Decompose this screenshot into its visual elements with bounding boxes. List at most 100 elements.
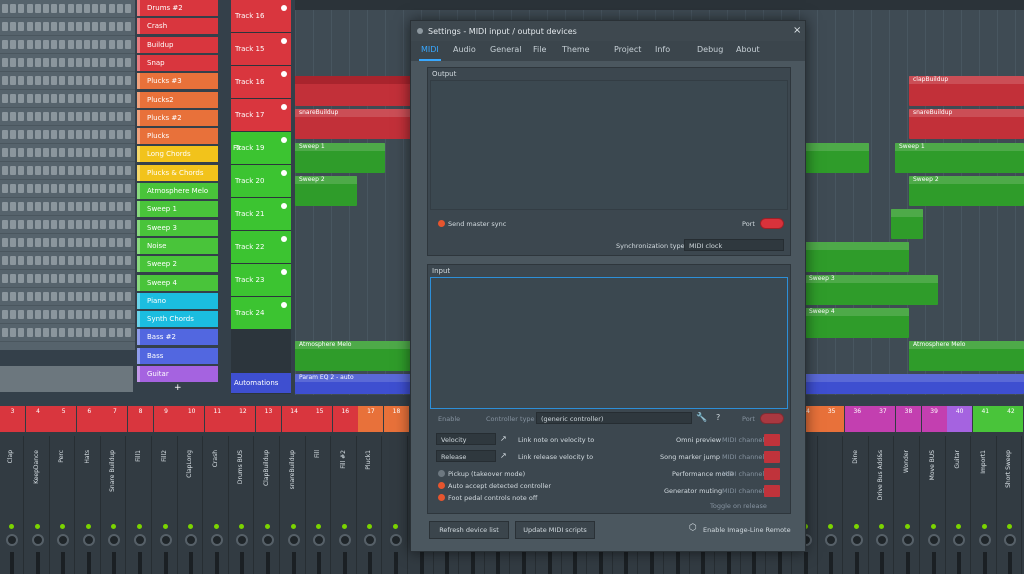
- step-pad[interactable]: [116, 274, 123, 283]
- step-pad[interactable]: [51, 94, 58, 103]
- mixer-pan-knob[interactable]: [159, 534, 172, 546]
- step-pad[interactable]: [116, 22, 123, 31]
- mixer-pan-knob[interactable]: [134, 534, 146, 546]
- step-pad[interactable]: [100, 292, 107, 301]
- playlist-track-header[interactable]: Track 16: [231, 66, 291, 98]
- step-pad[interactable]: [2, 148, 8, 157]
- mixer-pan-knob[interactable]: [313, 534, 326, 546]
- step-pad[interactable]: [84, 220, 90, 229]
- step-pad[interactable]: [125, 274, 131, 283]
- step-pad[interactable]: [92, 166, 99, 175]
- step-pad[interactable]: [59, 184, 66, 193]
- velocity-dropdown[interactable]: Velocity: [436, 433, 496, 445]
- mixer-fader[interactable]: [573, 552, 578, 574]
- mixer-pan-knob[interactable]: [1004, 534, 1017, 546]
- step-pad[interactable]: [34, 274, 41, 283]
- step-pad[interactable]: [116, 4, 123, 13]
- mixer-led-icon[interactable]: [137, 524, 142, 529]
- step-pad[interactable]: [75, 220, 82, 229]
- playlist-track-header[interactable]: Track 21: [231, 198, 291, 230]
- step-pad[interactable]: [59, 22, 66, 31]
- send-master-sync-checkbox[interactable]: [438, 220, 445, 227]
- step-pad[interactable]: [100, 166, 107, 175]
- automations-track-label[interactable]: Automations: [231, 373, 291, 393]
- mixer-led-icon[interactable]: [85, 524, 91, 529]
- mixer-pan-knob[interactable]: [236, 534, 249, 546]
- step-pad[interactable]: [26, 256, 33, 265]
- step-pad[interactable]: [100, 76, 107, 85]
- rack-step-row[interactable]: [0, 126, 135, 144]
- step-pad[interactable]: [59, 202, 66, 211]
- channel-button[interactable]: Drums #2: [137, 0, 218, 16]
- step-pad[interactable]: [2, 112, 8, 121]
- step-pad[interactable]: [92, 40, 99, 49]
- step-pad[interactable]: [75, 184, 82, 193]
- mixer-strip[interactable]: Drive Bus Add&s: [870, 436, 895, 574]
- step-pad[interactable]: [43, 292, 49, 301]
- step-pad[interactable]: [26, 58, 33, 67]
- step-pad[interactable]: [59, 130, 66, 139]
- step-pad[interactable]: [51, 148, 58, 157]
- mixer-strip[interactable]: KeepDance: [26, 436, 50, 574]
- controller-type-dropdown[interactable]: (generic controller): [536, 412, 692, 424]
- step-pad[interactable]: [10, 4, 17, 13]
- step-pad[interactable]: [92, 112, 99, 121]
- step-pad[interactable]: [10, 292, 17, 301]
- link-icon[interactable]: ↗: [500, 434, 507, 443]
- mixer-led-icon[interactable]: [316, 524, 322, 529]
- step-pad[interactable]: [125, 148, 131, 157]
- playlist-clip-clap-right[interactable]: clapBuildup: [909, 76, 1024, 106]
- step-pad[interactable]: [18, 184, 25, 193]
- step-pad[interactable]: [92, 22, 99, 31]
- step-pad[interactable]: [108, 292, 115, 301]
- mixer-strip[interactable]: ClapBuildup: [256, 436, 280, 574]
- step-pad[interactable]: [34, 148, 41, 157]
- step-pad[interactable]: [51, 40, 58, 49]
- step-pad[interactable]: [92, 184, 99, 193]
- step-pad[interactable]: [43, 58, 49, 67]
- playlist-clip-sweep3[interactable]: Sweep 3: [805, 275, 938, 305]
- step-pad[interactable]: [10, 76, 17, 85]
- step-pad[interactable]: [125, 58, 131, 67]
- step-pad[interactable]: [108, 184, 115, 193]
- playlist-clip-snare-right[interactable]: snareBuildup: [909, 109, 1024, 139]
- step-pad[interactable]: [108, 202, 115, 211]
- step-pad[interactable]: [116, 256, 123, 265]
- step-pad[interactable]: [34, 256, 41, 265]
- channel-rack-steps[interactable]: [0, 0, 135, 350]
- step-pad[interactable]: [108, 328, 115, 337]
- track-record-icon[interactable]: [281, 170, 287, 176]
- rack-step-row[interactable]: [0, 72, 135, 90]
- mixer-fader[interactable]: [982, 552, 987, 574]
- step-pad[interactable]: [2, 220, 8, 229]
- step-pad[interactable]: [18, 292, 25, 301]
- step-pad[interactable]: [10, 310, 17, 319]
- channel-button[interactable]: Plucks2: [137, 91, 218, 108]
- step-pad[interactable]: [10, 22, 17, 31]
- mixer-fader[interactable]: [906, 552, 910, 574]
- step-pad[interactable]: [2, 4, 8, 13]
- step-pad[interactable]: [18, 310, 25, 319]
- playlist-clip-sweep4[interactable]: Sweep 4: [805, 308, 909, 338]
- step-pad[interactable]: [2, 58, 8, 67]
- mixer-fader[interactable]: [138, 552, 142, 574]
- step-pad[interactable]: [67, 22, 74, 31]
- track-record-icon[interactable]: [281, 236, 287, 242]
- step-pad[interactable]: [75, 328, 82, 337]
- step-pad[interactable]: [59, 94, 66, 103]
- step-pad[interactable]: [43, 76, 49, 85]
- playlist-clip-sweep2-right[interactable]: Sweep 2: [909, 176, 1024, 206]
- step-pad[interactable]: [26, 184, 33, 193]
- step-pad[interactable]: [26, 328, 33, 337]
- step-pad[interactable]: [84, 58, 90, 67]
- playlist-clip-sweep1-right[interactable]: Sweep 1: [895, 143, 1024, 173]
- step-pad[interactable]: [43, 202, 49, 211]
- step-pad[interactable]: [51, 238, 58, 247]
- step-pad[interactable]: [26, 310, 33, 319]
- channel-button[interactable]: Piano: [137, 292, 218, 309]
- playlist-track-header[interactable]: Track 24: [231, 297, 291, 329]
- channel-button[interactable]: Sweep 4: [137, 274, 218, 291]
- rack-step-row[interactable]: [0, 216, 135, 234]
- mixer-fader[interactable]: [240, 552, 245, 574]
- step-pad[interactable]: [34, 22, 41, 31]
